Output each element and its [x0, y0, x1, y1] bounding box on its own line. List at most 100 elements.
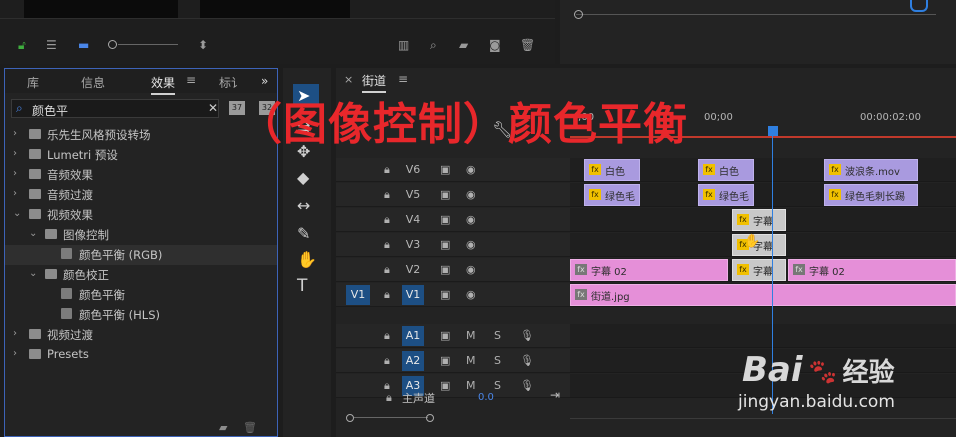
sync-lock-icon[interactable]: ▣ [440, 379, 450, 392]
tree-folder[interactable]: ⌄ 图像控制 [5, 225, 277, 245]
sync-lock-icon[interactable]: ▣ [440, 238, 450, 251]
timeline-clip[interactable]: fx 绿色毛 [584, 184, 640, 206]
tree-effect[interactable]: 颜色平衡 (RGB) [5, 245, 277, 265]
track-name[interactable]: V2 [402, 263, 424, 279]
playhead-marker[interactable] [910, 0, 928, 12]
timeline-clip[interactable]: fx 字幕 [732, 259, 786, 281]
solo-icon[interactable]: S [494, 354, 501, 367]
chevron-right-icon[interactable]: › [13, 328, 17, 339]
pen-tool-icon[interactable]: ✎ [297, 224, 310, 243]
track-name[interactable]: A1 [402, 326, 424, 346]
track-name[interactable]: V4 [402, 213, 424, 229]
sequence-menu-icon[interactable]: ≡ [398, 72, 408, 86]
chevron-right-icon[interactable]: › [13, 148, 17, 159]
timeline-clip[interactable]: fx 绿色毛刺长踢 [824, 184, 918, 206]
chevron-right-icon[interactable]: › [13, 128, 17, 139]
chevron-right-icon[interactable]: › [13, 348, 17, 359]
track-name[interactable]: V5 [402, 188, 424, 204]
sync-lock-icon[interactable]: ▣ [440, 263, 450, 276]
lock-icon[interactable]: 🔒︎ [384, 188, 390, 202]
find-icon[interactable]: ⌕ [430, 38, 437, 53]
mic-icon[interactable]: 🎙︎ [520, 354, 534, 367]
lock-icon[interactable]: 🔒︎ [384, 238, 390, 252]
zoom-slider[interactable] [108, 40, 178, 50]
timeline-clip[interactable]: fx 字幕 [732, 209, 786, 231]
lock-icon[interactable]: 🔒︎ [384, 163, 390, 177]
timeline-clip[interactable]: fx 字幕 02 [788, 259, 956, 281]
tree-folder[interactable]: › 乐先生风格预设转场 [5, 125, 277, 145]
master-lock-icon[interactable]: 🔒︎ [386, 391, 392, 405]
solo-icon[interactable]: S [494, 329, 501, 342]
track-name[interactable]: A2 [402, 351, 424, 371]
search-input[interactable]: 颜色平 [32, 102, 68, 119]
tab-effects[interactable]: 效果 [151, 74, 176, 95]
delete-icon[interactable]: 🗑︎ [243, 421, 257, 434]
mute-icon[interactable]: M [466, 379, 476, 392]
sync-lock-icon[interactable]: ▣ [440, 188, 450, 201]
eye-icon[interactable]: ◉ [466, 188, 476, 201]
timeline-scrollbar-track[interactable] [570, 418, 956, 419]
tab-info[interactable]: 信息 [81, 74, 105, 91]
mic-icon[interactable]: 🎙︎ [520, 379, 534, 392]
track-name[interactable]: V6 [402, 163, 424, 179]
razor-tool-icon[interactable]: ◆ [297, 168, 309, 187]
master-scroll-icon[interactable]: ⇥ [550, 388, 560, 402]
timeline-clip[interactable]: fx 波浪条.mov [824, 159, 918, 181]
new-bin-icon[interactable]: ▰ [219, 421, 227, 434]
eye-icon[interactable]: ◉ [466, 213, 476, 226]
lock-icon[interactable]: 🔒︎ [384, 329, 390, 343]
timeline-clip[interactable]: fx 街道.jpg [570, 284, 956, 306]
mute-icon[interactable]: M [466, 329, 476, 342]
program-scrubber-handle[interactable] [574, 10, 583, 19]
eye-icon[interactable]: ◉ [466, 263, 476, 276]
tab-library[interactable]: 库 [27, 74, 39, 91]
master-volume[interactable]: 0.0 [478, 392, 494, 403]
mic-icon[interactable]: 🎙︎ [520, 329, 534, 342]
lock-icon[interactable]: 🔒︎ [384, 213, 390, 227]
icon-view-icon[interactable]: ▬ [78, 38, 89, 52]
list-view-icon[interactable]: ☰ [46, 38, 57, 52]
tree-folder[interactable]: ⌄ 颜色校正 [5, 265, 277, 285]
sync-lock-icon[interactable]: ▣ [440, 213, 450, 226]
zoom-slider-handle[interactable] [108, 40, 117, 49]
new-item-icon[interactable]: ◙ [489, 38, 501, 52]
hand-tool-icon[interactable]: ✋ [297, 250, 317, 269]
playhead-handle[interactable] [768, 126, 778, 136]
sync-lock-icon[interactable]: ▣ [440, 288, 450, 301]
eye-icon[interactable]: ◉ [466, 288, 476, 301]
sort-icon[interactable]: ⬍ [198, 38, 208, 52]
tab-menu-icon[interactable]: ≡ [186, 73, 196, 87]
timeline-clip[interactable]: fx 字幕 02 [570, 259, 728, 281]
tree-effect[interactable]: 颜色平衡 [5, 285, 277, 305]
type-tool-icon[interactable]: T [297, 276, 307, 296]
tree-folder[interactable]: ⌄ 视频效果 [5, 205, 277, 225]
trash-icon[interactable]: 🗑︎ [520, 38, 535, 52]
eye-icon[interactable]: ◉ [466, 238, 476, 251]
overflow-tabs-icon[interactable]: » [261, 74, 268, 88]
chevron-down-icon[interactable]: ⌄ [29, 228, 37, 239]
sync-lock-icon[interactable]: ▣ [440, 163, 450, 176]
bin-icon[interactable]: ▥ [398, 38, 409, 52]
timeline-clip[interactable]: fx 白色 [584, 159, 640, 181]
sync-lock-icon[interactable]: ▣ [440, 354, 450, 367]
lock-icon[interactable]: 🔒︎ [384, 354, 390, 368]
tree-folder[interactable]: › Presets [5, 345, 277, 365]
chevron-down-icon[interactable]: ⌄ [29, 268, 37, 279]
chevron-right-icon[interactable]: › [13, 168, 17, 179]
solo-icon[interactable]: S [494, 379, 501, 392]
track-name[interactable]: V1 [402, 285, 424, 305]
chevron-down-icon[interactable]: ⌄ [13, 208, 21, 219]
lock-icon[interactable]: 🔒︎ [384, 288, 390, 302]
lock-icon[interactable]: 🔒︎ [384, 263, 390, 277]
lock-icon[interactable]: 🔓︎ [18, 38, 26, 53]
tree-folder[interactable]: › 音频过渡 [5, 185, 277, 205]
close-sequence-icon[interactable]: × [344, 73, 353, 86]
slip-tool-icon[interactable]: ↔ [297, 196, 310, 215]
header-scrollbar[interactable] [346, 414, 434, 422]
chevron-right-icon[interactable]: › [13, 188, 17, 199]
timeline-clip[interactable]: fx 绿色毛 [698, 184, 754, 206]
eye-icon[interactable]: ◉ [466, 163, 476, 176]
new-bin-icon[interactable]: ▰ [459, 38, 468, 52]
track-lane-a1[interactable] [570, 324, 956, 348]
timeline-clip[interactable]: fx 白色 [698, 159, 754, 181]
